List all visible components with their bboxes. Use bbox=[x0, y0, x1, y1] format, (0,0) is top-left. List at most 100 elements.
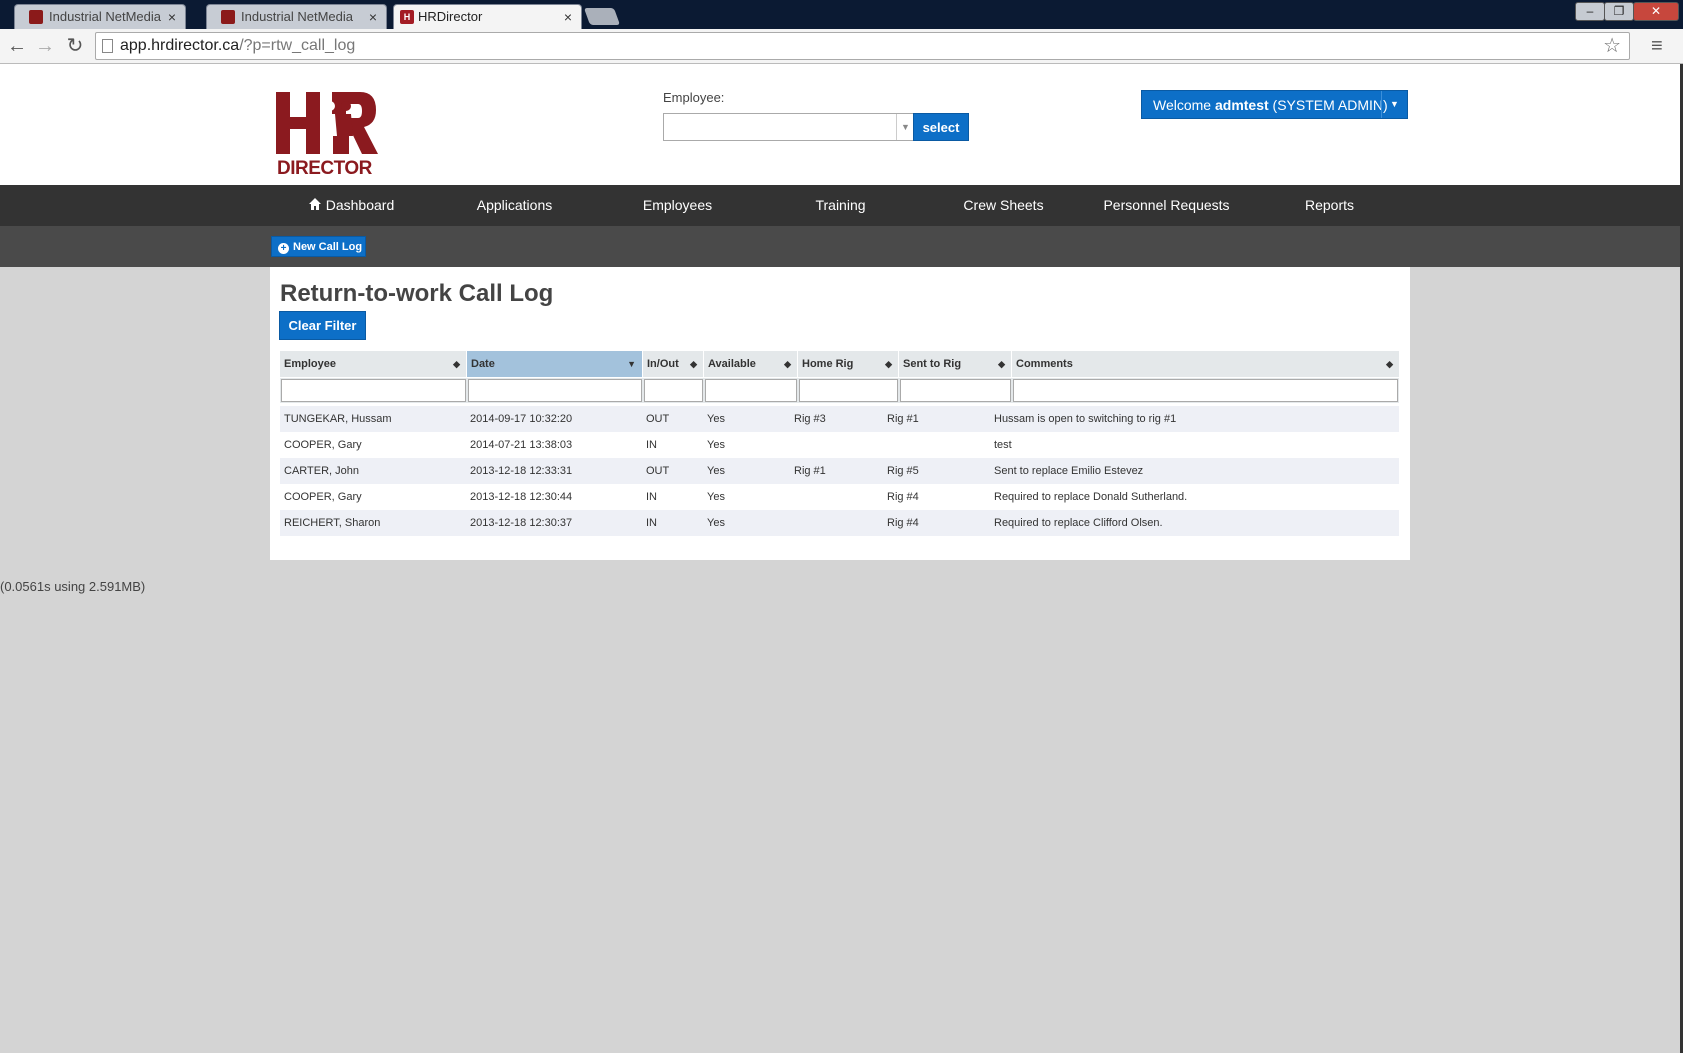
column-header-comments[interactable]: Comments ◆ bbox=[1012, 351, 1399, 377]
cell-comments: Sent to replace Emilio Estevez bbox=[994, 465, 1144, 477]
sub-nav: + New Call Log bbox=[0, 226, 1680, 267]
table-row[interactable]: TUNGEKAR, Hussam 2014-09-17 10:32:20 OUT… bbox=[280, 406, 1399, 432]
table-row[interactable]: COOPER, Gary 2013-12-18 12:30:44 IN Yes … bbox=[280, 484, 1399, 510]
column-header-sent-to-rig[interactable]: Sent to Rig ◆ bbox=[899, 351, 1012, 377]
welcome-user: admtest bbox=[1214, 97, 1269, 113]
tab-close-icon[interactable]: × bbox=[369, 5, 377, 29]
cell-employee: REICHERT, Sharon bbox=[284, 517, 381, 529]
netmedia-favicon-icon bbox=[221, 10, 235, 24]
main-nav: Dashboard Applications Employees Trainin… bbox=[0, 185, 1680, 226]
reload-icon[interactable]: ↻ bbox=[62, 34, 88, 58]
filter-comments-input[interactable] bbox=[1013, 379, 1398, 402]
cell-inout: IN bbox=[646, 439, 657, 451]
forward-arrow-icon[interactable]: → bbox=[32, 34, 58, 58]
column-header-employee[interactable]: Employee ◆ bbox=[280, 351, 467, 377]
filter-sent-to-rig-input[interactable] bbox=[900, 379, 1011, 402]
new-call-log-button[interactable]: + New Call Log bbox=[271, 236, 366, 257]
cell-home-rig bbox=[791, 484, 794, 510]
nav-dashboard[interactable]: Dashboard bbox=[270, 185, 433, 226]
column-header-home-rig[interactable]: Home Rig ◆ bbox=[798, 351, 899, 377]
cell-inout: IN bbox=[646, 491, 657, 503]
cell-comments: Hussam is open to switching to rig #1 bbox=[994, 413, 1177, 425]
cell-home-rig bbox=[791, 432, 794, 458]
column-label: Comments bbox=[1016, 358, 1073, 370]
new-tab-button[interactable] bbox=[583, 8, 621, 25]
browser-tabstrip: Industrial NetMedia × Industrial NetMedi… bbox=[0, 0, 1683, 29]
column-label: Home Rig bbox=[802, 358, 854, 370]
hrdirector-logo[interactable]: DIRECTOR bbox=[276, 92, 380, 177]
cell-inout: IN bbox=[646, 517, 657, 529]
welcome-menu-button[interactable]: Welcome admtest (SYSTEM ADMIN) ▼ bbox=[1141, 90, 1408, 119]
cell-available: Yes bbox=[707, 517, 725, 529]
cell-sent-to-rig: Rig #4 bbox=[887, 517, 919, 529]
cell-inout: OUT bbox=[646, 465, 670, 477]
sort-icon: ◆ bbox=[690, 359, 697, 369]
cell-sent-to-rig bbox=[884, 432, 887, 458]
filter-employee-input[interactable] bbox=[281, 379, 466, 402]
employee-label: Employee: bbox=[663, 90, 725, 105]
url-path: /?p=rtw_call_log bbox=[239, 37, 356, 54]
nav-personnel-requests[interactable]: Personnel Requests bbox=[1085, 185, 1248, 226]
column-header-available[interactable]: Available ◆ bbox=[704, 351, 798, 377]
nav-employees[interactable]: Employees bbox=[596, 185, 759, 226]
employee-select[interactable]: ▼ bbox=[663, 113, 915, 141]
clear-filter-button[interactable]: Clear Filter bbox=[279, 311, 366, 340]
nav-reports[interactable]: Reports bbox=[1248, 185, 1411, 226]
browser-tab-3[interactable]: H HRDirector × bbox=[393, 4, 582, 29]
chevron-down-icon[interactable]: ▼ bbox=[896, 114, 914, 140]
nav-label: Dashboard bbox=[325, 197, 395, 213]
column-label: Available bbox=[708, 358, 756, 370]
sort-icon: ◆ bbox=[784, 359, 791, 369]
filter-available-input[interactable] bbox=[705, 379, 797, 402]
filter-home-rig-input[interactable] bbox=[799, 379, 898, 402]
cell-date: 2013-12-18 12:30:44 bbox=[470, 491, 573, 503]
sort-icon: ◆ bbox=[885, 359, 892, 369]
table-row[interactable]: CARTER, John 2013-12-18 12:33:31 OUT Yes… bbox=[280, 458, 1399, 484]
table-row[interactable]: REICHERT, Sharon 2013-12-18 12:30:37 IN … bbox=[280, 510, 1399, 536]
column-label: In/Out bbox=[647, 358, 679, 370]
page-icon bbox=[102, 39, 113, 53]
cell-employee: TUNGEKAR, Hussam bbox=[284, 413, 392, 425]
welcome-prefix: Welcome bbox=[1153, 97, 1215, 113]
nav-applications[interactable]: Applications bbox=[433, 185, 596, 226]
plus-circle-icon: + bbox=[278, 243, 289, 254]
browser-tab-2[interactable]: Industrial NetMedia × bbox=[206, 4, 387, 29]
tab-title: HRDirector bbox=[418, 9, 483, 24]
cell-home-rig: Rig #3 bbox=[794, 413, 826, 425]
cell-available: Yes bbox=[707, 491, 725, 503]
render-timing: (0.0561s using 2.591MB) bbox=[0, 579, 146, 594]
sort-icon: ◆ bbox=[998, 359, 1005, 369]
nav-training[interactable]: Training bbox=[759, 185, 922, 226]
bookmark-star-icon[interactable]: ☆ bbox=[1603, 33, 1621, 59]
filter-inout-input[interactable] bbox=[644, 379, 703, 402]
cell-comments: test bbox=[994, 439, 1012, 451]
table-row[interactable]: COOPER, Gary 2014-07-21 13:38:03 IN Yes … bbox=[280, 432, 1399, 458]
cell-home-rig bbox=[791, 510, 794, 536]
svg-text:DIRECTOR: DIRECTOR bbox=[277, 158, 373, 177]
address-bar[interactable]: app.hrdirector.ca/?p=rtw_call_log ☆ bbox=[95, 32, 1630, 60]
column-header-inout[interactable]: In/Out ◆ bbox=[643, 351, 704, 377]
minimize-icon[interactable]: – bbox=[1575, 2, 1605, 21]
cell-date: 2014-09-17 10:32:20 bbox=[470, 413, 573, 425]
cell-available: Yes bbox=[707, 439, 725, 451]
maximize-icon[interactable]: ❐ bbox=[1604, 2, 1634, 21]
tab-close-icon[interactable]: × bbox=[168, 5, 176, 29]
filter-date-input[interactable] bbox=[468, 379, 642, 402]
cell-available: Yes bbox=[707, 465, 725, 477]
employee-select-button[interactable]: select bbox=[913, 113, 969, 141]
site-header: DIRECTOR Employee: ▼ select Welcome admt… bbox=[0, 64, 1680, 185]
nav-crew-sheets[interactable]: Crew Sheets bbox=[922, 185, 1085, 226]
browser-tab-1[interactable]: Industrial NetMedia × bbox=[14, 4, 186, 29]
tab-title: Industrial NetMedia bbox=[49, 9, 161, 24]
page: DIRECTOR Employee: ▼ select Welcome admt… bbox=[0, 64, 1683, 1053]
window-close-icon[interactable]: ✕ bbox=[1633, 2, 1679, 21]
browser-menu-icon[interactable]: ≡ bbox=[1651, 35, 1663, 58]
browser-toolbar: ← → ↻ app.hrdirector.ca/?p=rtw_call_log … bbox=[0, 29, 1683, 64]
sort-icon: ◆ bbox=[1386, 359, 1393, 369]
back-arrow-icon[interactable]: ← bbox=[4, 34, 30, 58]
cell-available: Yes bbox=[707, 413, 725, 425]
tab-title: Industrial NetMedia bbox=[241, 9, 353, 24]
chevron-down-icon[interactable]: ▼ bbox=[1381, 91, 1407, 118]
column-header-date[interactable]: Date ▼ bbox=[467, 351, 643, 377]
tab-close-icon[interactable]: × bbox=[564, 5, 572, 29]
